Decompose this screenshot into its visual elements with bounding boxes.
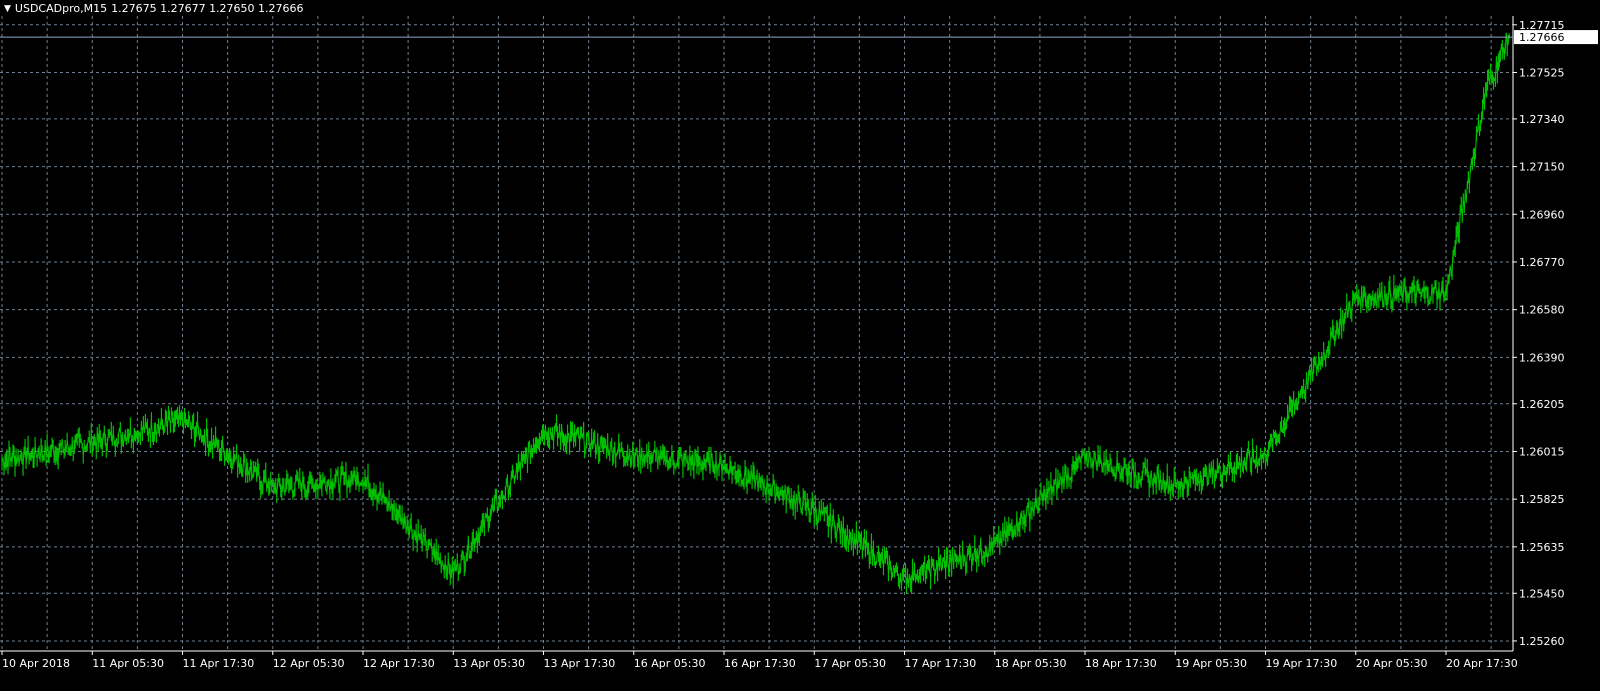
x-tick-label: 18 Apr 05:30 <box>995 657 1067 670</box>
y-tick-label: 1.26205 <box>1519 398 1565 411</box>
x-tick-label: 13 Apr 17:30 <box>544 657 616 670</box>
symbol-timeframe: USDCADpro,M15 <box>14 2 108 15</box>
y-tick-label: 1.26770 <box>1519 256 1565 269</box>
x-tick-label: 18 Apr 17:30 <box>1085 657 1157 670</box>
y-tick-label: 1.26390 <box>1519 351 1565 364</box>
triangle-down-icon[interactable]: ▼ <box>4 4 11 14</box>
x-tick-label: 16 Apr 17:30 <box>724 657 796 670</box>
price-chart[interactable]: 1.27715 1.27525 1.27340 1.27150 1.26960 1.267… <box>0 0 1600 687</box>
ohlc-values: 1.27675 1.27677 1.27650 1.27666 <box>111 2 304 15</box>
x-tick-label: 11 Apr 17:30 <box>183 657 255 670</box>
x-tick-label: 12 Apr 17:30 <box>363 657 435 670</box>
x-tick-label: 11 Apr 05:30 <box>92 657 164 670</box>
y-tick-label: 1.25635 <box>1519 541 1565 554</box>
x-tick-label: 20 Apr 05:30 <box>1356 657 1428 670</box>
y-tick-label: 1.26015 <box>1519 445 1565 458</box>
y-tick-label: 1.26960 <box>1519 208 1565 221</box>
y-tick-label: 1.25825 <box>1519 493 1565 506</box>
x-tick-label: 19 Apr 17:30 <box>1266 657 1338 670</box>
chart-header: ▼ USDCADpro,M15 1.27675 1.27677 1.27650 … <box>4 2 304 15</box>
x-tick-label: 10 Apr 2018 <box>2 657 70 670</box>
y-tick-label: 1.27150 <box>1519 161 1565 174</box>
y-tick-label: 1.27340 <box>1519 113 1565 126</box>
x-tick-label: 20 Apr 17:30 <box>1446 657 1518 670</box>
x-tick-label: 13 Apr 05:30 <box>453 657 525 670</box>
y-tick-label: 1.25260 <box>1519 635 1565 648</box>
y-tick-label: 1.25450 <box>1519 587 1565 600</box>
y-tick-label: 1.27715 <box>1519 19 1565 32</box>
y-tick-label: 1.26580 <box>1519 304 1565 317</box>
y-tick-label: 1.27525 <box>1519 66 1565 79</box>
x-tick-label: 19 Apr 05:30 <box>1175 657 1247 670</box>
x-tick-label: 17 Apr 17:30 <box>905 657 977 670</box>
chart-area[interactable]: 1.27715 1.27525 1.27340 1.27150 1.26960 1.267… <box>0 0 1600 687</box>
x-tick-label: 17 Apr 05:30 <box>814 657 886 670</box>
current-price-label: 1.27666 <box>1519 31 1565 44</box>
x-tick-label: 16 Apr 05:30 <box>634 657 706 670</box>
x-tick-label: 12 Apr 05:30 <box>273 657 345 670</box>
